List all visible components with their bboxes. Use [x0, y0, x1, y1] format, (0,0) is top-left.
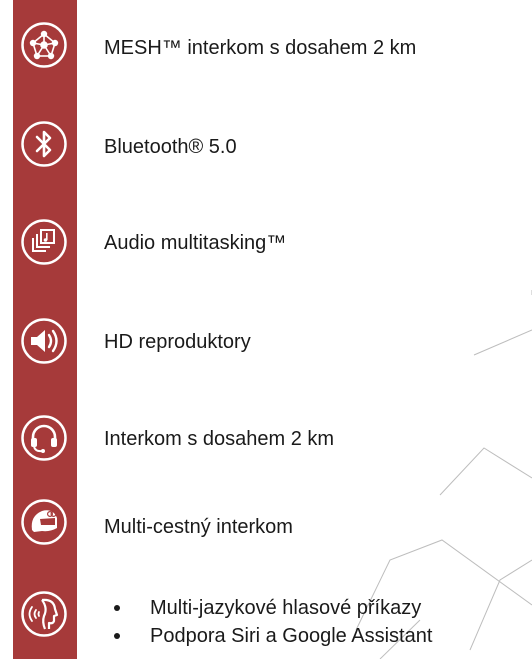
- feature-hd-speakers: HD reproduktory: [104, 331, 251, 353]
- decorative-background-lines: [355, 290, 532, 659]
- feature-mesh-intercom: MESH™ interkom s dosahem 2 km: [104, 37, 417, 59]
- speaker-icon: [20, 317, 68, 365]
- list-item: Podpora Siri a Google Assistant: [104, 622, 432, 650]
- list-item: Multi-jazykové hlasové příkazy: [104, 594, 432, 622]
- headset-icon: [20, 414, 68, 462]
- feature-intercom-range: Interkom s dosahem 2 km: [104, 428, 335, 450]
- helmet-icon: [20, 498, 68, 546]
- feature-multi-way-intercom: Multi-cestný interkom: [104, 516, 293, 538]
- voice-features-list: Multi-jazykové hlasové příkazy Podpora S…: [104, 594, 432, 650]
- mesh-network-icon: [20, 21, 68, 69]
- audio-multitasking-icon: [20, 218, 68, 266]
- feature-bluetooth: Bluetooth® 5.0: [104, 136, 237, 158]
- bluetooth-icon: [20, 120, 68, 168]
- feature-audio-multitasking: Audio multitasking™: [104, 232, 287, 254]
- voice-command-icon: [20, 590, 68, 638]
